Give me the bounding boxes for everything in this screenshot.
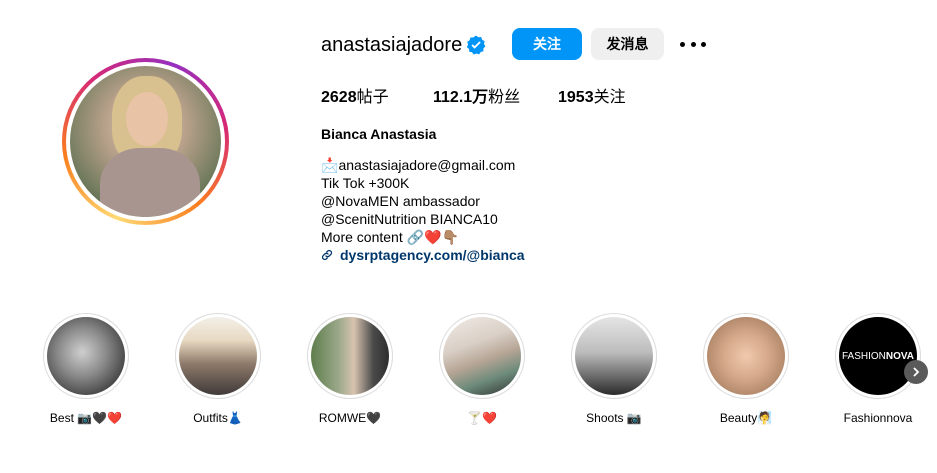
bio-line-promo: @ScenitNutrition BIANCA10 <box>321 211 498 227</box>
fashionnova-logo-a: FASHION <box>841 350 886 362</box>
link-icon <box>321 249 333 261</box>
highlight-label: Best 📷🖤❤️ <box>49 411 123 425</box>
highlight-shoots[interactable]: Shoots 📷 <box>569 313 659 426</box>
highlight-drinks[interactable]: 🍸❤️ <box>437 313 527 426</box>
highlight-label: 🍸❤️ <box>467 411 497 425</box>
full-name: Bianca Anastasia <box>321 126 437 142</box>
bio-email: anastasiajadore@gmail.com <box>338 157 516 173</box>
posts-label: 帖子 <box>356 89 389 106</box>
highlight-cover-image <box>47 317 125 395</box>
bio-line-ambassador: @NovaMEN ambassador <box>321 193 480 209</box>
fashionnova-logo-b: NOVA <box>885 350 915 362</box>
followers-count: 112.1万 <box>433 89 489 106</box>
highlight-label: Outfits👗 <box>193 411 243 425</box>
followers-stat[interactable]: 112.1万粉丝 <box>433 88 520 108</box>
highlight-label: ROMWE🖤 <box>318 411 382 425</box>
highlight-cover-image <box>311 317 389 395</box>
profile-avatar[interactable] <box>62 58 229 225</box>
following-label: 关注 <box>593 89 626 106</box>
following-count: 1953 <box>558 89 594 106</box>
avatar-image <box>70 66 221 217</box>
chevron-right-icon[interactable] <box>904 360 928 384</box>
verified-badge-icon <box>466 35 486 55</box>
bio-line-tiktok: Tik Tok +300K <box>321 175 410 191</box>
bio-text: 📩anastasiajadore@gmail.com Tik Tok +300K… <box>321 156 515 246</box>
bio-link-text: dysrptagency.com/@bianca <box>340 247 525 263</box>
bio-line-more: More content 🔗❤️👇🏽 <box>321 228 515 246</box>
highlight-romwe[interactable]: ROMWE🖤 <box>305 313 395 426</box>
highlight-label: Beauty🧖 <box>719 411 773 425</box>
message-button[interactable]: 发消息 <box>591 28 664 60</box>
posts-count: 2628 <box>321 89 357 106</box>
highlight-cover-image <box>179 317 257 395</box>
bio-email-line: 📩anastasiajadore@gmail.com <box>321 156 515 174</box>
highlight-outfits[interactable]: Outfits👗 <box>173 313 263 426</box>
bio-more-emoji: 🔗❤️👇🏽 <box>406 229 459 245</box>
bio-link[interactable]: dysrptagency.com/@bianca <box>321 246 525 264</box>
username: anastasiajadore <box>321 34 463 56</box>
bio-more-text: More content <box>321 229 403 245</box>
follow-button[interactable]: 关注 <box>512 28 582 60</box>
following-stat[interactable]: 1953关注 <box>558 88 626 108</box>
highlight-cover-image <box>575 317 653 395</box>
highlight-label: Shoots 📷 <box>586 411 642 425</box>
chevron-right-glyph <box>913 367 920 377</box>
highlight-label: Fashionnova <box>843 411 913 425</box>
avatar-gap <box>66 62 225 221</box>
followers-label: 粉丝 <box>488 89 521 106</box>
highlight-beauty[interactable]: Beauty🧖 <box>701 313 791 426</box>
fashionnova-logo: FASHION NOVA <box>839 317 917 395</box>
email-icon: 📩 <box>321 157 339 173</box>
highlight-cover-image <box>707 317 785 395</box>
highlight-best[interactable]: Best 📷🖤❤️ <box>41 313 131 426</box>
highlight-cover-image <box>443 317 521 395</box>
more-options-icon[interactable] <box>680 33 706 55</box>
posts-stat[interactable]: 2628帖子 <box>321 88 389 108</box>
